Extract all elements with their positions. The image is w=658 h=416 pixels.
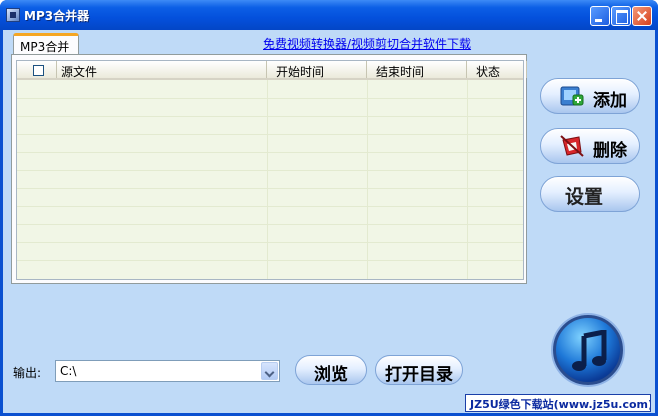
open-directory-button[interactable]: 打开目录 xyxy=(375,355,463,385)
grid-line xyxy=(17,134,523,135)
add-label: 添加 xyxy=(593,91,627,111)
delete-label: 删除 xyxy=(593,141,627,161)
file-list[interactable]: 源文件 开始时间 结束时间 状态 xyxy=(16,60,527,280)
title-bar[interactable]: MP3合并器 xyxy=(0,0,658,30)
header-source-file[interactable]: 源文件 xyxy=(57,61,267,79)
add-icon xyxy=(560,86,584,106)
header-end-time[interactable]: 结束时间 xyxy=(367,61,467,79)
output-path-combo[interactable]: C:\ xyxy=(55,360,280,382)
grid-line xyxy=(17,260,523,261)
maximize-icon[interactable] xyxy=(611,6,631,26)
watermark: JZ5U绿色下载站(www.jz5u.com) xyxy=(465,394,651,412)
header-start-time[interactable]: 开始时间 xyxy=(267,61,367,79)
close-icon[interactable] xyxy=(632,6,652,26)
window-title: MP3合并器 xyxy=(24,9,90,23)
app-icon[interactable] xyxy=(6,8,20,22)
minimize-icon[interactable] xyxy=(590,6,610,26)
grid-line xyxy=(17,116,523,117)
grid-line xyxy=(17,98,523,99)
tab-panel: 源文件 开始时间 结束时间 状态 xyxy=(11,54,527,284)
music-badge xyxy=(553,315,623,385)
grid-line xyxy=(17,188,523,189)
select-all-checkbox[interactable] xyxy=(33,65,44,76)
delete-icon xyxy=(560,135,584,157)
header-status[interactable]: 状态 xyxy=(467,61,527,79)
browse-button[interactable]: 浏览 xyxy=(295,355,367,385)
download-link[interactable]: 免费视频转换器/视频剪切合并软件下载 xyxy=(263,35,471,52)
settings-button[interactable]: 设置 xyxy=(540,176,640,212)
add-button[interactable]: 添加 xyxy=(540,78,640,114)
app-window: MP3合并器 MP3合并 免费视频转换器/视频剪切合并软件下载 源文件 开始时间… xyxy=(0,0,658,416)
grid-line xyxy=(17,206,523,207)
list-header: 源文件 开始时间 结束时间 状态 xyxy=(17,61,527,80)
grid-line xyxy=(267,80,268,279)
delete-button[interactable]: 删除 xyxy=(540,128,640,164)
settings-label: 设置 xyxy=(565,186,604,208)
grid-line xyxy=(367,80,368,279)
grid-line xyxy=(17,242,523,243)
output-path-value: C:\ xyxy=(60,364,77,378)
grid-line xyxy=(17,170,523,171)
client-area: MP3合并 免费视频转换器/视频剪切合并软件下载 源文件 开始时间 结束时间 状… xyxy=(3,30,655,413)
chevron-down-icon[interactable] xyxy=(261,362,278,380)
music-note-icon xyxy=(572,330,607,371)
output-label: 输出: xyxy=(13,366,42,380)
header-select-all[interactable] xyxy=(17,61,57,78)
grid-line xyxy=(17,152,523,153)
grid-line xyxy=(17,224,523,225)
tab-mp3-merge[interactable]: MP3合并 xyxy=(13,33,79,55)
grid-line xyxy=(467,80,468,279)
tab-label: MP3合并 xyxy=(20,40,70,54)
